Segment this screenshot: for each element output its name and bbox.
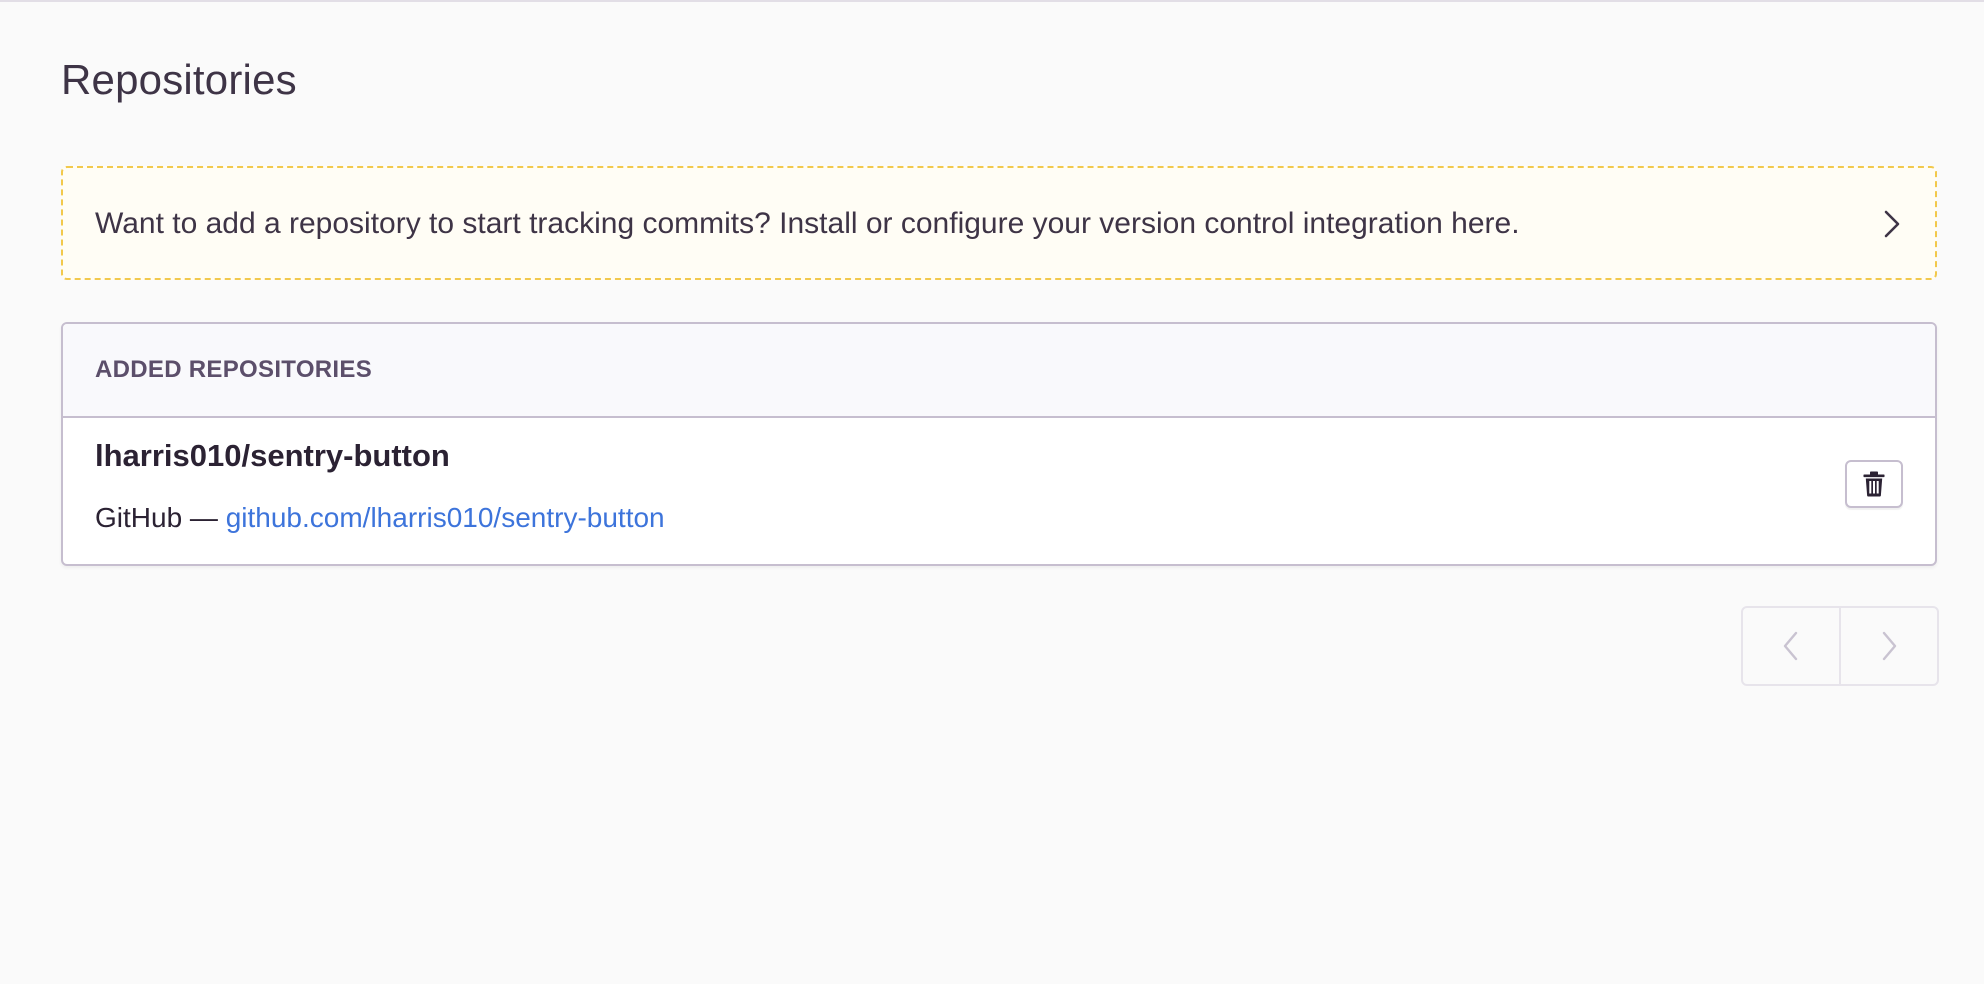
repository-row: lharris010/sentry-button GitHub — github… [63, 418, 1935, 564]
delete-repository-button[interactable] [1845, 460, 1903, 508]
next-page-button[interactable] [1839, 608, 1937, 684]
trash-icon [1863, 471, 1885, 497]
previous-page-button[interactable] [1743, 608, 1839, 684]
integration-alert[interactable]: Want to add a repository to start tracki… [61, 166, 1937, 280]
repository-meta: GitHub — github.com/lharris010/sentry-bu… [95, 502, 665, 534]
repository-separator: — [182, 502, 226, 533]
chevron-right-icon [1882, 631, 1897, 661]
top-divider [0, 0, 1984, 2]
alert-message: Want to add a repository to start tracki… [95, 207, 1520, 240]
panel-header: Added Repositories [63, 324, 1935, 418]
panel-header-title: Added Repositories [95, 356, 373, 383]
repository-name: lharris010/sentry-button [95, 438, 450, 473]
repository-url-link[interactable]: github.com/lharris010/sentry-button [226, 502, 665, 533]
pagination [1741, 606, 1939, 686]
repositories-panel: Added Repositories lharris010/sentry-but… [61, 322, 1937, 566]
chevron-right-icon [1884, 210, 1900, 238]
chevron-left-icon [1783, 631, 1798, 661]
page-title: Repositories [61, 56, 297, 103]
repository-provider: GitHub [95, 502, 183, 533]
